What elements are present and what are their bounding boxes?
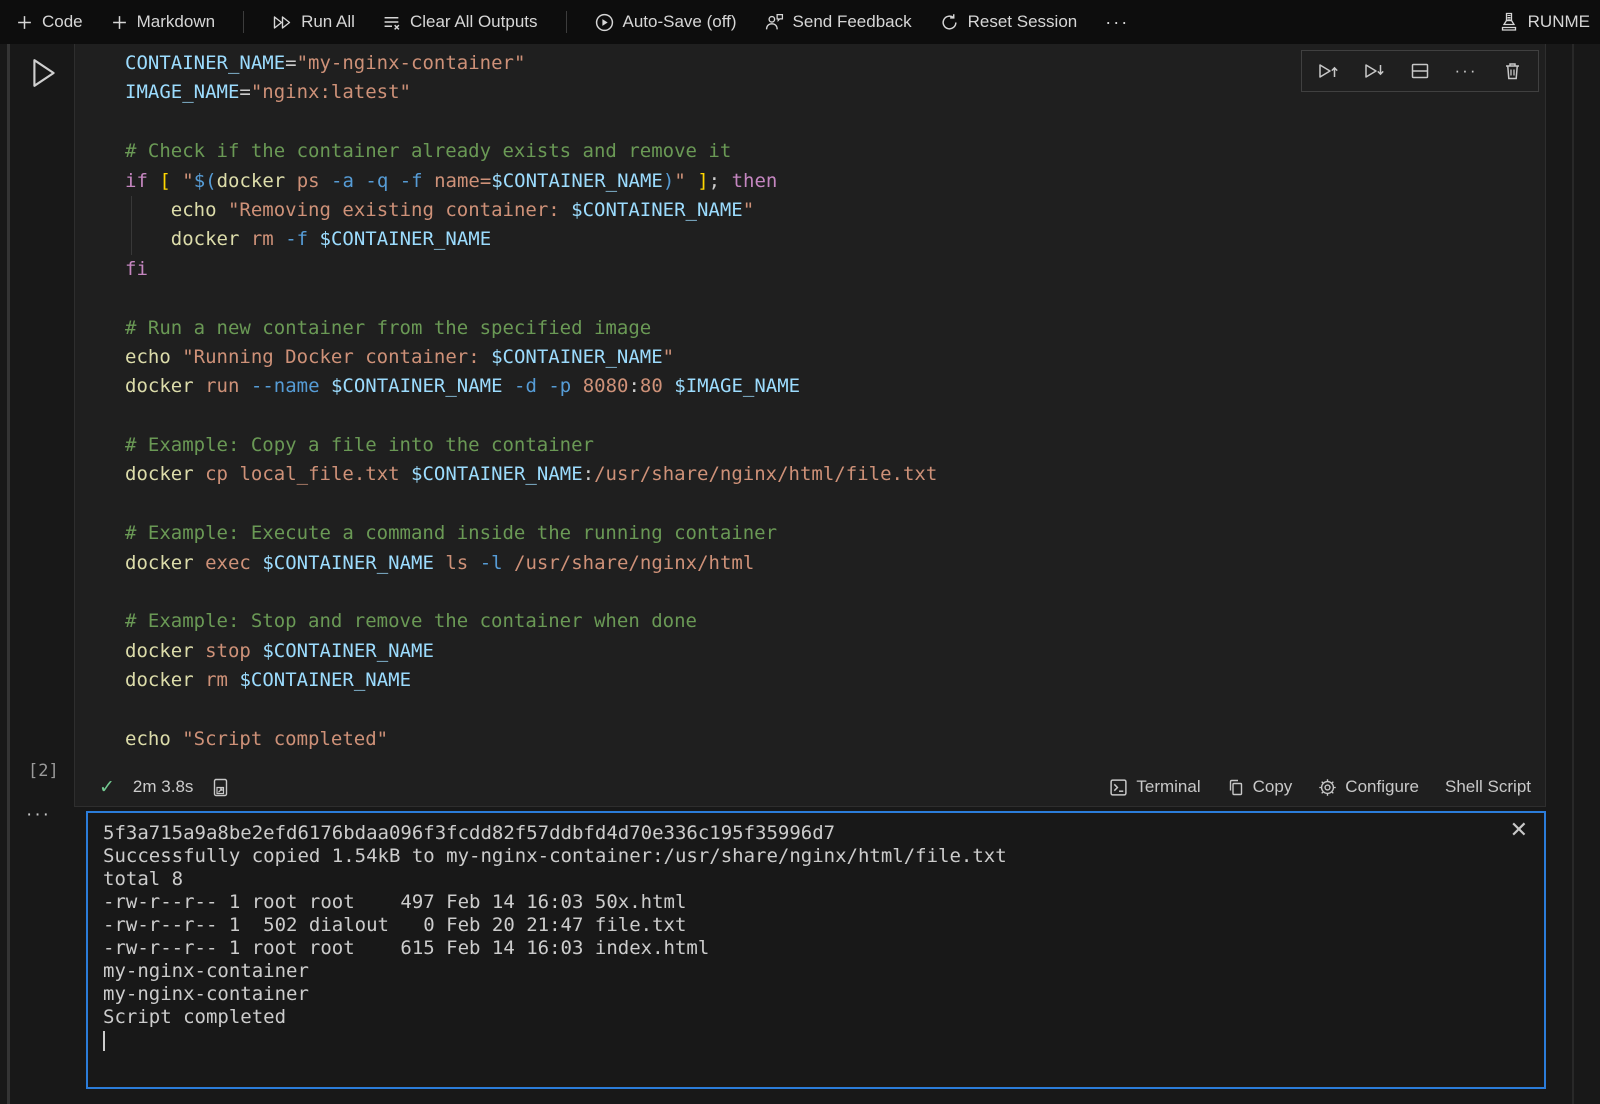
reset-session-label: Reset Session [968, 12, 1078, 32]
add-markdown-label: Markdown [137, 12, 215, 32]
code-block[interactable]: CONTAINER_NAME="my-nginx-container"IMAGE… [75, 44, 1545, 768]
run-all-label: Run All [301, 12, 355, 32]
add-markdown-cell-button[interactable]: Markdown [111, 12, 215, 32]
copy-button[interactable]: Copy [1227, 777, 1293, 797]
run-all-button[interactable]: Run All [272, 12, 355, 32]
clear-outputs-icon [383, 14, 401, 31]
add-code-label: Code [42, 12, 83, 32]
execute-above-button[interactable] [1310, 54, 1346, 88]
split-cell-button[interactable] [1402, 54, 1438, 88]
copy-label: Copy [1253, 777, 1293, 797]
runme-stamp-icon [1499, 11, 1519, 33]
cell-more-actions-button[interactable]: ··· [1448, 54, 1484, 88]
cell-output: 5f3a715a9a8be2efd6176bdaa096f3fcdd82f57d… [86, 811, 1546, 1089]
toolbar-separator [243, 11, 244, 33]
auto-save-icon [595, 13, 614, 32]
clear-all-outputs-button[interactable]: Clear All Outputs [383, 12, 538, 32]
gear-icon [1318, 778, 1337, 797]
runme-label: RUNME [1528, 12, 1590, 32]
add-code-cell-button[interactable]: Code [16, 12, 83, 32]
toolbar-more-button[interactable]: ··· [1105, 12, 1129, 33]
cell-focus-indicator [7, 44, 10, 1104]
code-cell: CONTAINER_NAME="my-nginx-container"IMAGE… [74, 44, 1546, 807]
success-check-icon: ✓ [99, 776, 115, 799]
auto-save-toggle[interactable]: Auto-Save (off) [595, 12, 737, 32]
delete-cell-button[interactable] [1494, 54, 1530, 88]
reset-icon [940, 13, 959, 32]
language-picker[interactable]: Shell Script [1445, 777, 1531, 797]
output-options-button[interactable]: ··· [26, 804, 51, 826]
close-output-icon[interactable]: ✕ [1510, 819, 1528, 841]
plus-icon [111, 14, 128, 31]
output-text[interactable]: 5f3a715a9a8be2efd6176bdaa096f3fcdd82f57d… [103, 822, 1500, 1085]
copy-icon [1227, 778, 1245, 797]
send-feedback-label: Send Feedback [793, 12, 912, 32]
reset-session-button[interactable]: Reset Session [940, 12, 1078, 32]
run-all-icon [272, 14, 292, 31]
clear-all-outputs-label: Clear All Outputs [410, 12, 538, 32]
feedback-person-icon [765, 13, 784, 31]
terminal-button[interactable]: Terminal [1109, 777, 1200, 797]
notebook-toolbar: Code Markdown Run All Clear All Outputs … [0, 0, 1600, 44]
runme-brand[interactable]: RUNME [1499, 11, 1590, 33]
configure-label: Configure [1345, 777, 1419, 797]
execution-count: [2] [28, 761, 59, 781]
execution-duration: 2m 3.8s [133, 777, 193, 797]
terminal-label: Terminal [1136, 777, 1200, 797]
toolbar-separator [566, 11, 567, 33]
open-output-in-editor-icon[interactable] [211, 777, 230, 798]
plus-icon [16, 14, 33, 31]
execute-below-button[interactable] [1356, 54, 1392, 88]
configure-button[interactable]: Configure [1318, 777, 1419, 797]
run-cell-button[interactable] [30, 57, 58, 89]
cell-status-bar: ✓ 2m 3.8s Terminal Copy Configure Shell … [75, 768, 1545, 806]
cell-toolbar: ··· [1301, 50, 1539, 92]
auto-save-label: Auto-Save (off) [623, 12, 737, 32]
send-feedback-button[interactable]: Send Feedback [765, 12, 912, 32]
scrollbar[interactable] [1572, 44, 1574, 1104]
terminal-icon [1109, 778, 1128, 797]
